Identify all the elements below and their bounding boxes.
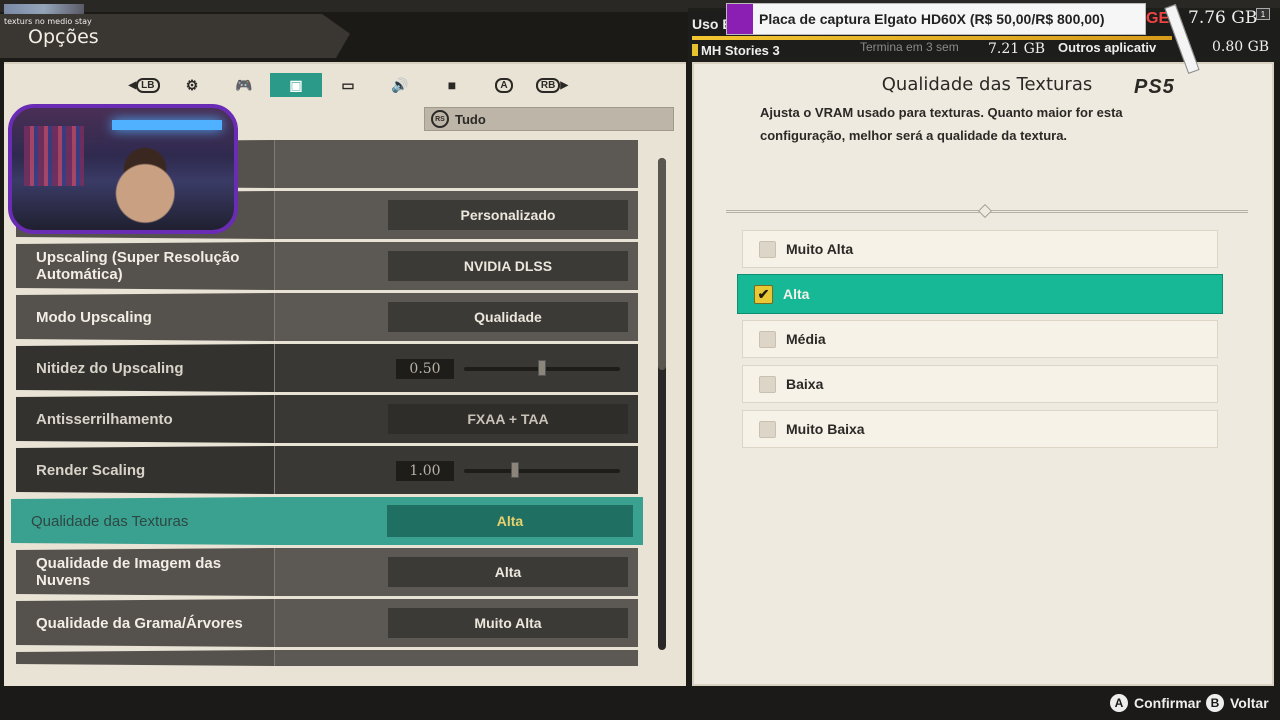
badge-icon: 1: [1256, 8, 1270, 20]
monitor-icon: ▭: [341, 76, 355, 93]
setting-row[interactable]: Qualidade da Grama/Árvores Muito Alta: [16, 599, 638, 647]
detail-title: Qualidade das Texturas: [881, 74, 1093, 95]
other-apps-label: Outros aplicativ: [1058, 40, 1157, 55]
tab-rb[interactable]: RB ▶: [530, 73, 574, 97]
expiry-text: Termina em 3 sem: [860, 40, 959, 54]
slider-value: 0.50: [396, 359, 454, 379]
slider-track[interactable]: [464, 469, 620, 473]
slider-knob[interactable]: [511, 462, 520, 478]
setting-label: Qualidade de Imagem das Nuvens: [16, 548, 274, 596]
setting-row[interactable]: Upscaling (Super Resolução Automática) N…: [16, 242, 638, 290]
tab-graphics[interactable]: ▣: [270, 73, 322, 97]
option-label: Muito Baixa: [786, 421, 865, 437]
option-media[interactable]: Média: [742, 320, 1218, 358]
setting-value[interactable]: Muito Alta: [388, 608, 628, 638]
setting-row[interactable]: Modo Upscaling Qualidade: [16, 293, 638, 341]
filter-dropdown[interactable]: RS Tudo: [424, 107, 674, 131]
app-name: MH Stories 3: [692, 43, 780, 58]
a-button-icon: A: [1110, 694, 1128, 712]
back-hint[interactable]: B Voltar: [1206, 694, 1269, 712]
option-muito-baixa[interactable]: Muito Baixa: [742, 410, 1218, 448]
capture-card-color: [727, 4, 753, 34]
app-name-text: MH Stories 3: [701, 43, 780, 58]
tab-camera[interactable]: ■: [426, 73, 478, 97]
webcam-shelf: [24, 126, 84, 186]
setting-row[interactable]: Nitidez do Upscaling 0.50: [16, 344, 638, 392]
bumper-left-icon: LB: [136, 77, 160, 93]
scrollbar-thumb[interactable]: [658, 158, 666, 370]
webcam-led-light: [112, 120, 222, 130]
setting-value[interactable]: NVIDIA DLSS: [388, 251, 628, 281]
setting-row-partial[interactable]: [16, 650, 638, 666]
stream-mini-icons: [4, 4, 84, 14]
setting-value[interactable]: Personalizado: [388, 200, 628, 230]
webcam-overlay: [8, 104, 238, 234]
tab-controller[interactable]: 🎮: [218, 73, 270, 97]
page-title: Opções: [28, 26, 99, 48]
setting-label: Nitidez do Upscaling: [16, 344, 274, 392]
other-apps-gb: 0.80 GB: [1212, 39, 1270, 55]
slider-knob[interactable]: [538, 360, 546, 376]
bumper-right-icon: RB: [535, 77, 561, 93]
bottom-bar: [0, 688, 1280, 720]
setting-label: Render Scaling: [16, 446, 274, 494]
setting-value-area: [274, 650, 638, 666]
option-label: Baixa: [786, 376, 824, 392]
slider-value: 1.00: [396, 461, 454, 481]
tab-lb[interactable]: ◀ LB: [122, 73, 166, 97]
setting-value[interactable]: Alta: [388, 557, 628, 587]
setting-label: Modo Upscaling: [16, 293, 274, 341]
option-label: Média: [786, 331, 826, 347]
checkbox[interactable]: [759, 240, 776, 258]
app-gb: 7.21 GB: [988, 41, 1046, 57]
option-baixa[interactable]: Baixa: [742, 365, 1218, 403]
ps5-logo: PS5: [1134, 76, 1175, 98]
setting-value[interactable]: FXAA + TAA: [388, 404, 628, 434]
capture-card-banner: Placa de captura Elgato HD60X (R$ 50,00/…: [726, 3, 1146, 35]
setting-label: Upscaling (Super Resolução Automática): [16, 242, 274, 290]
tab-general[interactable]: ⚙: [166, 73, 218, 97]
tab-text[interactable]: A: [478, 73, 530, 97]
speaker-icon: 🔊: [391, 76, 409, 93]
confirm-hint[interactable]: A Confirmar: [1110, 694, 1201, 712]
detail-description: Ajusta o VRAM usado para texturas. Quant…: [760, 105, 1123, 143]
total-gb: 7.76 GB: [1188, 8, 1258, 28]
setting-label: Antisserrilhamento: [16, 395, 274, 443]
setting-label: Qualidade das Texturas: [11, 497, 279, 545]
checkbox[interactable]: [759, 420, 776, 438]
setting-label: Qualidade da Grama/Árvores: [16, 599, 274, 647]
capture-card-text: Placa de captura Elgato HD60X (R$ 50,00/…: [759, 11, 1105, 27]
setting-value[interactable]: Qualidade: [388, 302, 628, 332]
app-color-swatch: [692, 44, 698, 56]
b-button-icon: B: [1206, 694, 1224, 712]
image-icon: ▣: [289, 76, 303, 93]
setting-label: [16, 650, 274, 666]
back-label: Voltar: [1230, 695, 1269, 711]
checkbox[interactable]: [759, 330, 776, 348]
camera-icon: ■: [447, 77, 457, 93]
setting-row-selected[interactable]: Qualidade das Texturas Alta: [11, 497, 643, 545]
text-icon: A: [495, 77, 513, 93]
option-muito-alta[interactable]: Muito Alta: [742, 230, 1218, 268]
tab-audio[interactable]: 🔊: [374, 73, 426, 97]
controller-icon: 🎮: [235, 76, 253, 93]
stream-note: texturs no medio stay: [4, 17, 92, 26]
setting-row[interactable]: Antisserrilhamento FXAA + TAA: [16, 395, 638, 443]
gear-icon: ⚙: [185, 76, 199, 93]
setting-value-area: [274, 140, 638, 188]
option-label: Muito Alta: [786, 241, 854, 257]
setting-row[interactable]: Qualidade de Imagem das Nuvens Alta: [16, 548, 638, 596]
option-alta[interactable]: ✔ Alta: [737, 274, 1223, 314]
category-tabs: ◀ LB ⚙ 🎮 ▣ ▭ 🔊 ■ A RB ▶: [122, 73, 574, 97]
setting-row[interactable]: Render Scaling 1.00: [16, 446, 638, 494]
checkbox-checked[interactable]: ✔: [754, 284, 773, 304]
setting-value[interactable]: Alta: [387, 505, 633, 537]
tab-display[interactable]: ▭: [322, 73, 374, 97]
rs-button-icon: RS: [431, 110, 449, 128]
option-label: Alta: [783, 286, 810, 302]
checkbox[interactable]: [759, 375, 776, 393]
filter-label: Tudo: [455, 111, 486, 127]
confirm-label: Confirmar: [1134, 695, 1201, 711]
